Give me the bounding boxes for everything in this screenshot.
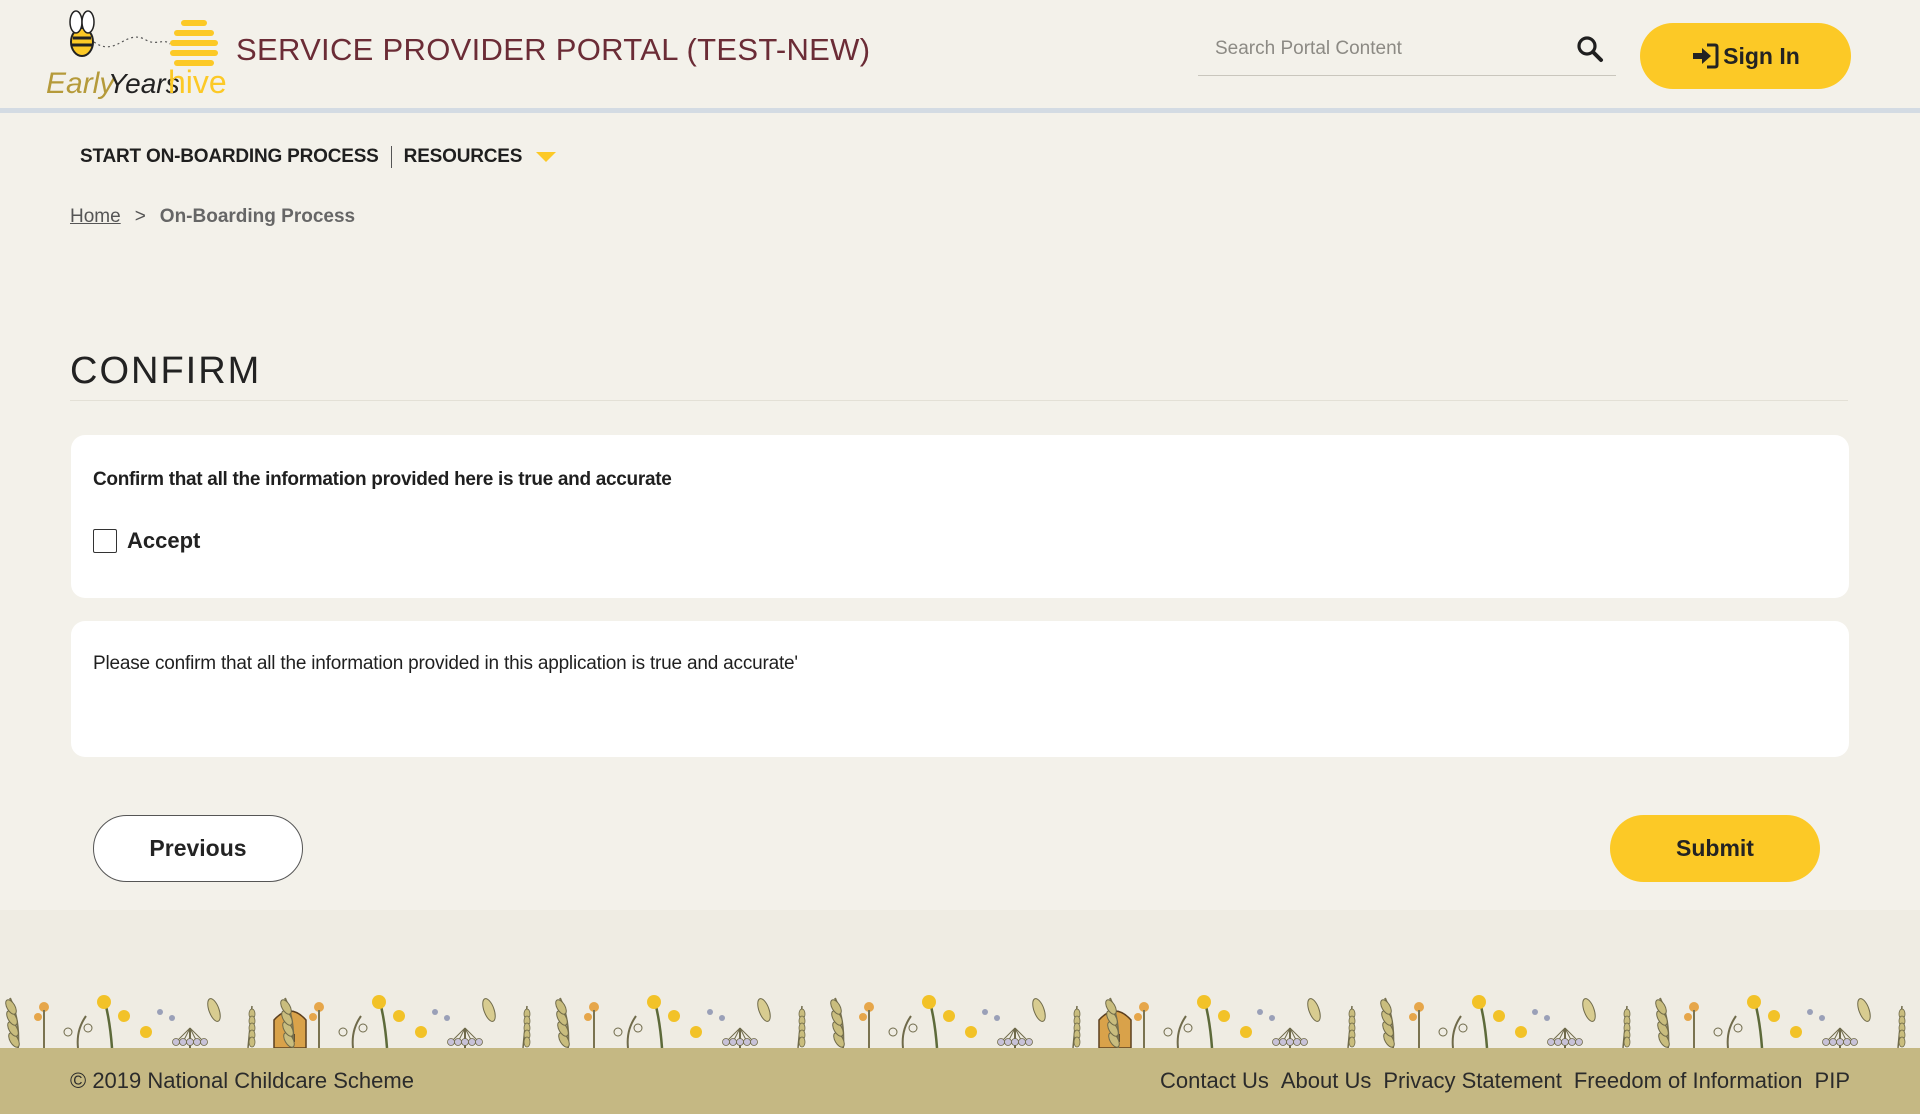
breadcrumb: Home > On-Boarding Process <box>70 206 355 228</box>
search-button[interactable] <box>1574 34 1606 66</box>
nav-start-onboarding[interactable]: START ON-BOARDING PROCESS <box>72 146 387 168</box>
main-nav: START ON-BOARDING PROCESS RESOURCES <box>72 142 564 172</box>
footer-link-foi[interactable]: Freedom of Information <box>1574 1068 1803 1094</box>
sign-in-icon <box>1693 43 1719 69</box>
accept-label[interactable]: Accept <box>127 528 200 554</box>
footer-link-pip[interactable]: PIP <box>1815 1068 1850 1094</box>
breadcrumb-current: On-Boarding Process <box>159 206 356 227</box>
search-icon <box>1577 35 1603 62</box>
nav-resources-label: RESOURCES <box>403 146 523 167</box>
confirm-label: Confirm that all the information provide… <box>93 469 672 490</box>
confirm-card: Confirm that all the information provide… <box>71 435 1849 598</box>
info-text: Please confirm that all the information … <box>93 653 798 674</box>
footer-links: Contact Us About Us Privacy Statement Fr… <box>1160 1068 1850 1094</box>
logo-hive-text: hive <box>168 64 227 100</box>
breadcrumb-home[interactable]: Home <box>70 206 121 228</box>
nav-resources[interactable]: RESOURCES <box>396 146 565 168</box>
heading-divider <box>70 400 1848 401</box>
sign-in-label: Sign In <box>1723 42 1800 69</box>
info-card: Please confirm that all the information … <box>71 621 1849 757</box>
accept-checkbox-row[interactable]: Accept <box>93 528 200 554</box>
chevron-down-icon <box>536 152 557 162</box>
footer-link-contact[interactable]: Contact Us <box>1160 1068 1269 1094</box>
previous-button[interactable]: Previous <box>93 815 303 882</box>
footer-link-about[interactable]: About Us <box>1281 1068 1372 1094</box>
logo-early-text: Early <box>46 67 116 100</box>
site-header: Early Years hive SERVICE PROVIDER PORTAL… <box>0 0 1920 113</box>
early-years-hive-logo[interactable]: Early Years hive <box>46 8 232 102</box>
search-input[interactable] <box>1198 26 1568 72</box>
floral-border-image <box>5 995 1906 1048</box>
site-footer: © 2019 National Childcare Scheme Contact… <box>0 1048 1920 1114</box>
copyright-text: © 2019 National Childcare Scheme <box>70 1068 414 1093</box>
nav-divider <box>390 146 392 168</box>
breadcrumb-separator: > <box>134 206 146 227</box>
footer-link-privacy[interactable]: Privacy Statement <box>1383 1068 1562 1094</box>
search-bar <box>1198 26 1616 76</box>
sign-in-button[interactable]: Sign In <box>1640 23 1851 89</box>
submit-button[interactable]: Submit <box>1610 815 1820 882</box>
portal-title: SERVICE PROVIDER PORTAL (TEST-NEW) <box>236 32 871 67</box>
page-title: CONFIRM <box>70 350 262 392</box>
accept-checkbox[interactable] <box>93 529 117 553</box>
footer-floral-decoration <box>0 910 1920 1048</box>
